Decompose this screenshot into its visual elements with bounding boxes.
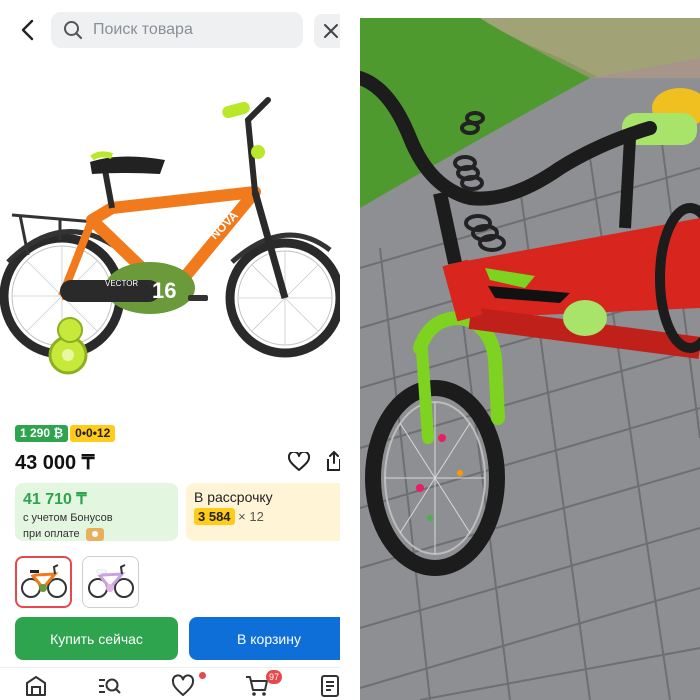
color-variants <box>15 556 139 608</box>
product-price: 43 000 ₸ <box>15 452 95 474</box>
installment-months: × 12 <box>238 509 264 524</box>
top-bar: Поиск товара <box>0 0 340 62</box>
bonus-note-line1: с учетом Бонусов <box>23 512 113 524</box>
wheel-size-label: 16 <box>152 278 176 303</box>
product-screen: Поиск товара NOVA 16 VECTOR 1 290 ₿ 0•0•… <box>0 0 340 700</box>
close-icon <box>324 24 338 38</box>
price-badges: 1 290 ₿ 0•0•12 <box>15 425 116 442</box>
bonus-icon <box>85 527 104 541</box>
cart-count-badge: 97 <box>266 670 283 684</box>
variant-thumbnail-orange[interactable] <box>15 556 72 608</box>
heart-icon <box>287 450 311 471</box>
installment-row: 3 584 × 12 <box>194 508 338 525</box>
share-icon <box>327 450 340 471</box>
bike-photo <box>360 18 700 700</box>
installment-card[interactable]: В рассрочку 3 584 × 12 <box>186 483 340 541</box>
bonus-price-card[interactable]: 41 710 ₸ с учетом Бонусов при оплате <box>15 483 178 541</box>
bonus-price: 41 710 ₸ <box>23 491 87 508</box>
chevron-left-icon <box>21 19 34 41</box>
product-image[interactable]: NOVA 16 VECTOR <box>0 90 340 390</box>
favorite-button[interactable] <box>287 450 311 477</box>
installment-badge: 0•0•12 <box>70 425 116 442</box>
share-button[interactable] <box>326 450 340 477</box>
close-button[interactable] <box>314 14 340 48</box>
installment-title: В рассрочку <box>194 489 273 505</box>
frame-model-label: VECTOR <box>105 279 138 288</box>
add-to-cart-button[interactable]: В корзину <box>189 617 340 660</box>
back-button[interactable] <box>14 16 42 44</box>
orders-icon[interactable] <box>318 674 340 698</box>
search-placeholder: Поиск товара <box>93 21 193 38</box>
buy-now-button[interactable]: Купить сейчас <box>15 617 178 660</box>
variant-thumbnail-lilac[interactable] <box>82 556 139 608</box>
catalog-search-icon[interactable] <box>97 674 121 698</box>
store-icon[interactable] <box>24 674 48 698</box>
search-icon <box>64 21 83 40</box>
bike-orange-thumb-icon <box>20 564 67 598</box>
bonus-note-line2: при оплате <box>23 527 170 541</box>
search-input[interactable]: Поиск товара <box>51 12 303 48</box>
bike-lilac-thumb-icon <box>87 564 134 598</box>
bonus-note-text: при оплате <box>23 528 80 540</box>
bottom-tab-bar <box>0 667 340 700</box>
installment-monthly: 3 584 <box>194 508 235 525</box>
bonus-badge: 1 290 ₿ <box>15 425 69 442</box>
favorites-icon[interactable] <box>171 674 195 698</box>
favorites-dot <box>199 672 206 679</box>
